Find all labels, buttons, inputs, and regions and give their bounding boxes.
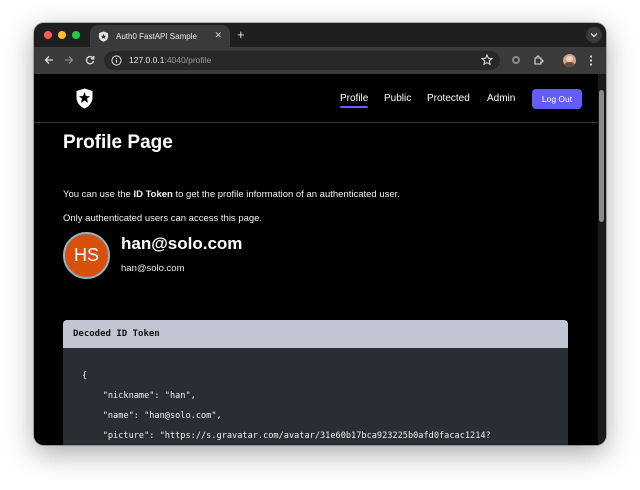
arrow-right-icon [65,56,74,64]
tab-close-icon[interactable]: ✕ [214,30,222,41]
browser-tab[interactable]: Auth0 FastAPI Sample ✕ [90,25,230,47]
chevron-down-icon [590,33,598,38]
tab-search-button[interactable] [586,27,602,43]
auth0-shield-logo-icon[interactable] [76,88,93,109]
page-title: Profile Page [63,132,173,153]
code-line: "nickname": "han", [82,391,196,401]
more-vertical-icon [589,54,593,66]
close-window-button[interactable] [44,31,52,39]
tab-title: Auth0 FastAPI Sample [116,31,197,41]
reload-icon [85,55,95,65]
reload-button[interactable] [83,53,97,67]
code-line: { [82,371,88,381]
nav-link-admin[interactable]: Admin [487,93,515,104]
maximize-window-button[interactable] [72,31,80,39]
url-text: 127.0.0.1:4040/profile [129,55,212,65]
intro-paragraph: You can use the ID Token to get the prof… [63,189,400,200]
extension-button[interactable] [509,53,523,67]
forward-button[interactable] [62,53,76,67]
arrow-left-icon [44,56,53,64]
access-note: Only authenticated users can access this… [63,213,263,224]
profile-email: han@solo.com [121,263,185,274]
scrollbar-thumb[interactable] [599,90,604,222]
extensions-menu-button[interactable] [531,53,545,67]
site-info-icon[interactable] [111,55,122,66]
shield-icon [98,30,109,42]
record-icon [512,56,520,64]
token-card-header: Decoded ID Token [63,320,568,348]
site-navbar: Profile Public Protected Admin Log Out [34,74,598,123]
nav-link-protected[interactable]: Protected [427,93,470,104]
profile-avatar: HS [63,232,110,279]
browser-window: Auth0 FastAPI Sample ✕ + 127.0.0.1:4040/… [34,23,606,445]
profile-button[interactable] [562,53,576,67]
code-line: "name": "han@solo.com", [82,411,222,421]
profile-name: han@solo.com [121,234,243,253]
new-tab-icon[interactable]: + [237,27,245,43]
page-scrollbar[interactable] [598,74,606,445]
minimize-window-button[interactable] [58,31,66,39]
browser-toolbar: 127.0.0.1:4040/profile [34,47,606,74]
browser-menu-button[interactable] [584,53,598,67]
tab-bar: Auth0 FastAPI Sample ✕ + [34,23,606,47]
nav-link-profile[interactable]: Profile [340,93,369,108]
user-avatar-icon [562,53,576,67]
page-viewport: Profile Public Protected Admin Log Out P… [34,74,606,445]
decoded-id-token-card: Decoded ID Token { "nickname": "han", "n… [63,320,568,445]
address-bar[interactable]: 127.0.0.1:4040/profile [104,51,500,70]
nav-link-public[interactable]: Public [384,93,411,104]
logout-button[interactable]: Log Out [532,89,582,109]
puzzle-icon [533,54,544,65]
token-code-block: { "nickname": "han", "name": "han@solo.c… [63,348,568,445]
id-token-emphasis: ID Token [133,189,173,200]
bookmark-star-icon[interactable] [481,54,493,66]
code-line: "picture": "https://s.gravatar.com/avata… [82,431,491,441]
back-button[interactable] [42,53,56,67]
